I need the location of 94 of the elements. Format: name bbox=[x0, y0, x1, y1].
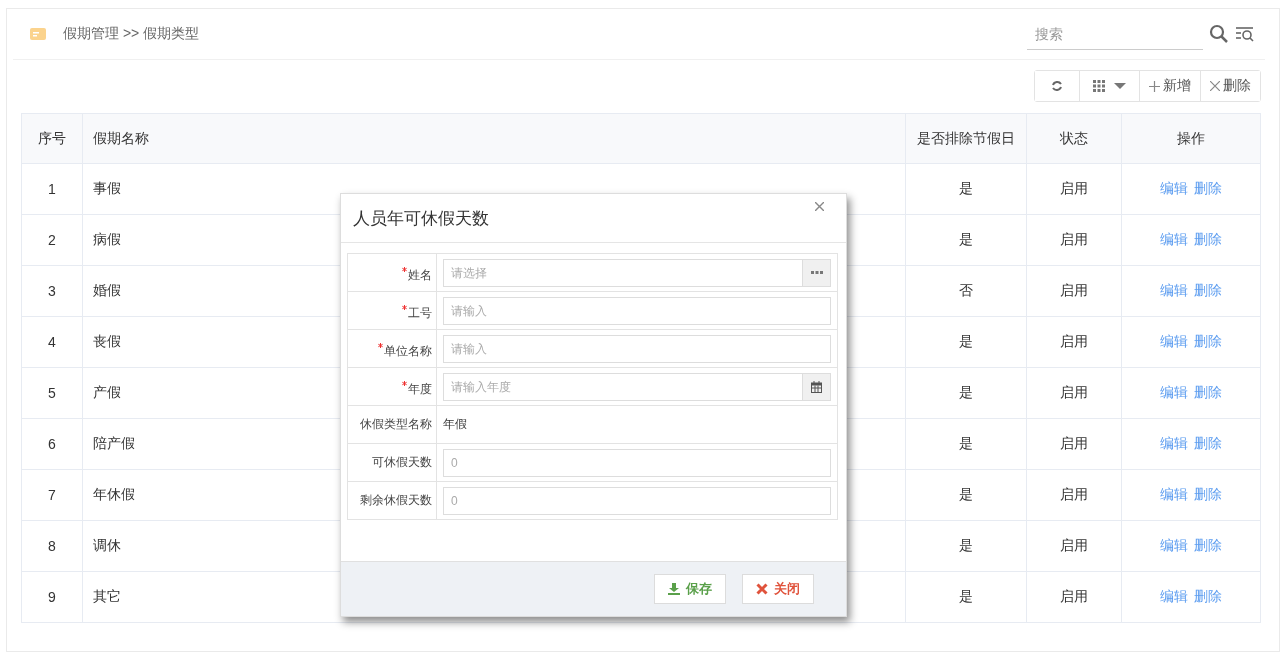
close-button[interactable] bbox=[813, 200, 826, 213]
delete-link[interactable]: 删除 bbox=[1194, 537, 1222, 553]
caret-icon bbox=[1114, 83, 1126, 89]
vacation-name: 产假 bbox=[93, 384, 121, 402]
edit-link[interactable]: 编辑 bbox=[1160, 384, 1188, 400]
exclude-holidays-value: 是 bbox=[959, 384, 973, 402]
field-value: 年假 bbox=[443, 417, 467, 431]
vacation-name: 调休 bbox=[93, 537, 121, 555]
delete-link[interactable]: 删除 bbox=[1194, 180, 1222, 196]
row-number: 5 bbox=[48, 385, 56, 401]
column-header: 操作 bbox=[1177, 129, 1205, 148]
delete-link[interactable]: 删除 bbox=[1194, 333, 1222, 349]
calendar-button[interactable] bbox=[803, 372, 831, 401]
row-number: 8 bbox=[48, 538, 56, 554]
status-value: 启用 bbox=[1060, 231, 1088, 249]
row-number: 4 bbox=[48, 334, 56, 350]
search-icon[interactable] bbox=[1209, 24, 1229, 44]
advanced-search-icon[interactable] bbox=[1235, 24, 1255, 44]
exclude-holidays-value: 是 bbox=[959, 537, 973, 555]
field-label: 剩余休假天数 bbox=[360, 492, 432, 509]
field-label: 可休假天数 bbox=[372, 454, 432, 471]
edit-link[interactable]: 编辑 bbox=[1160, 435, 1188, 451]
delete-link[interactable]: 删除 bbox=[1194, 435, 1222, 451]
status-value: 启用 bbox=[1060, 537, 1088, 555]
folder-icon bbox=[29, 26, 47, 42]
close-icon bbox=[756, 583, 768, 595]
status-value: 启用 bbox=[1060, 486, 1088, 504]
input-field[interactable]: 0 bbox=[443, 448, 831, 477]
column-header: 假期名称 bbox=[93, 129, 149, 148]
delete-link[interactable]: 删除 bbox=[1194, 384, 1222, 400]
row-number: 9 bbox=[48, 589, 56, 605]
field-label: 休假类型名称 bbox=[360, 416, 432, 433]
row-number: 1 bbox=[48, 181, 56, 197]
delete-button[interactable]: 删除 bbox=[1200, 71, 1260, 101]
vacation-name: 年休假 bbox=[93, 486, 135, 504]
row-number: 3 bbox=[48, 283, 56, 299]
delete-link[interactable]: 删除 bbox=[1194, 486, 1222, 502]
edit-link[interactable]: 编辑 bbox=[1160, 333, 1188, 349]
delete-link[interactable]: 删除 bbox=[1194, 588, 1222, 604]
field-label: 单位名称 bbox=[384, 343, 432, 360]
save-button[interactable]: 保存 bbox=[654, 574, 726, 604]
exclude-holidays-value: 否 bbox=[959, 282, 973, 300]
vacation-name: 病假 bbox=[93, 231, 121, 249]
more-icon bbox=[810, 271, 823, 274]
calendar-icon bbox=[811, 380, 822, 393]
edit-link[interactable]: 编辑 bbox=[1160, 231, 1188, 247]
edit-link[interactable]: 编辑 bbox=[1160, 180, 1188, 196]
close-icon bbox=[815, 202, 824, 211]
close-icon bbox=[1210, 81, 1220, 91]
edit-link[interactable]: 编辑 bbox=[1160, 486, 1188, 502]
input-field[interactable]: 0 bbox=[443, 486, 831, 515]
delete-link[interactable]: 删除 bbox=[1194, 231, 1222, 247]
status-value: 启用 bbox=[1060, 588, 1088, 606]
input-field[interactable]: 请输入 bbox=[443, 334, 831, 363]
column-header: 是否排除节假日 bbox=[917, 129, 1015, 148]
field-label: 工号 bbox=[408, 305, 432, 322]
input-field[interactable]: 请输入 bbox=[443, 296, 831, 325]
vacation-name: 其它 bbox=[93, 588, 121, 606]
status-value: 启用 bbox=[1060, 384, 1088, 402]
more-button[interactable] bbox=[803, 258, 831, 287]
edit-link[interactable]: 编辑 bbox=[1160, 588, 1188, 604]
row-number: 2 bbox=[48, 232, 56, 248]
plus-icon bbox=[1149, 80, 1160, 92]
exclude-holidays-value: 是 bbox=[959, 180, 973, 198]
dialog-title: 人员年可休假天数 bbox=[353, 207, 489, 230]
vacation-name: 婚假 bbox=[93, 282, 121, 300]
date-field[interactable]: 请输入年度 bbox=[443, 372, 803, 401]
column-header: 序号 bbox=[38, 129, 66, 148]
row-number: 7 bbox=[48, 487, 56, 503]
vacation-name: 丧假 bbox=[93, 333, 121, 351]
exclude-holidays-value: 是 bbox=[959, 231, 973, 249]
column-header: 状态 bbox=[1060, 129, 1088, 148]
status-value: 启用 bbox=[1060, 435, 1088, 453]
row-number: 6 bbox=[48, 436, 56, 452]
exclude-holidays-value: 是 bbox=[959, 486, 973, 504]
exclude-holidays-value: 是 bbox=[959, 435, 973, 453]
status-value: 启用 bbox=[1060, 180, 1088, 198]
vacation-name: 事假 bbox=[93, 180, 121, 198]
status-value: 启用 bbox=[1060, 282, 1088, 300]
select-field[interactable]: 请选择 bbox=[443, 258, 803, 287]
field-label: 年度 bbox=[408, 381, 432, 398]
breadcrumb: 假期管理 >> 假期类型 bbox=[63, 25, 200, 43]
status-value: 启用 bbox=[1060, 333, 1088, 351]
field-label: 姓名 bbox=[408, 267, 432, 284]
delete-link[interactable]: 删除 bbox=[1194, 282, 1222, 298]
exclude-holidays-value: 是 bbox=[959, 588, 973, 606]
grid-icon bbox=[1093, 80, 1105, 92]
edit-link[interactable]: 编辑 bbox=[1160, 537, 1188, 553]
edit-link[interactable]: 编辑 bbox=[1160, 282, 1188, 298]
exclude-holidays-value: 是 bbox=[959, 333, 973, 351]
refresh-icon bbox=[1051, 80, 1063, 92]
download-icon bbox=[668, 583, 680, 595]
vacation-name: 陪产假 bbox=[93, 435, 135, 453]
close-dialog-button[interactable]: 关闭 bbox=[742, 574, 814, 604]
